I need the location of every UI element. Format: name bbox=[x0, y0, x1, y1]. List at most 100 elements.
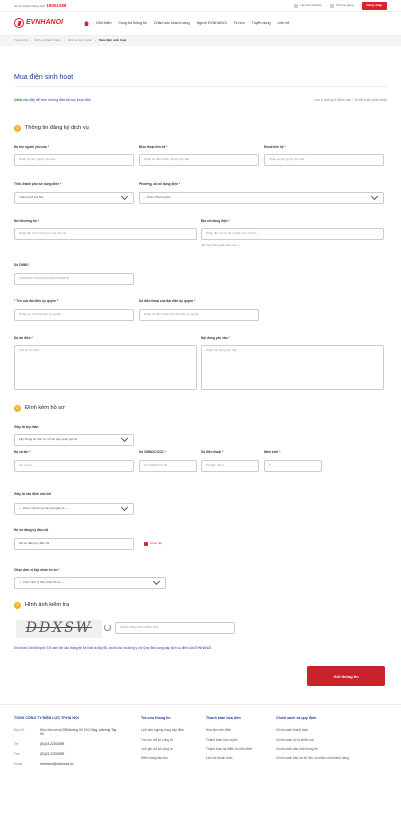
receiving-unit-select[interactable]: --- Chọn đơn vị tiếp nhận hồ sơ --- bbox=[14, 577, 166, 589]
sdt-label: Số điện thoại * bbox=[201, 450, 224, 454]
home-icon[interactable] bbox=[84, 21, 89, 26]
chevron-down-icon bbox=[152, 577, 161, 586]
auth-name-input[interactable]: Nhập tên của đại diện ủy quyền bbox=[14, 309, 134, 321]
section-number: 3 bbox=[14, 602, 21, 609]
fullname-label: Họ và tên * bbox=[14, 450, 31, 454]
province-select[interactable]: Thành phố Hà Nội bbox=[14, 192, 134, 204]
project-textarea[interactable]: Tên dự án điện bbox=[14, 345, 197, 390]
email-label: Email liên hệ * bbox=[264, 145, 286, 149]
section-captcha: 3 Hình ảnh kiểm tra bbox=[14, 602, 69, 609]
auth-phone-input[interactable]: Nhập số điện thoại của đại diện ủy quyền bbox=[139, 309, 259, 321]
section-title: Hình ảnh kiểm tra bbox=[25, 602, 70, 608]
chevron-down-icon bbox=[370, 192, 379, 201]
phone-icon bbox=[329, 3, 334, 8]
website-links[interactable]: Liên kết website bbox=[294, 3, 322, 8]
choose-file-button[interactable]: Chọn tệp bbox=[144, 541, 162, 546]
footer-link[interactable]: Thanh toán tại điểm thu tiền điện bbox=[206, 747, 266, 752]
download-app-link[interactable]: Tải ứng dụng bbox=[329, 3, 354, 8]
footer-link[interactable]: Lịch tạm ngừng cung cấp điện bbox=[141, 728, 199, 733]
idcard-label: Số CMND bbox=[14, 263, 29, 267]
cccd-input[interactable]: Số CMND/CCCD bbox=[139, 460, 197, 472]
birthyear-input[interactable]: 0 bbox=[264, 460, 322, 472]
footer-link[interactable]: Hóa đơn tiền điện bbox=[206, 728, 266, 733]
footer-link[interactable]: Tra cứu chỉ số công tơ bbox=[141, 738, 199, 743]
phone-label: Điện thoại liên hệ * bbox=[139, 145, 168, 149]
ward-select[interactable]: -- Chọn Phường/xã -- bbox=[139, 192, 384, 204]
idpaper-select[interactable]: Lấy thông tin trên cơ sở dữ liệu quốc gi… bbox=[14, 434, 134, 446]
section-title: Đính kèm hồ sơ bbox=[25, 405, 65, 411]
nav-item-careers[interactable]: Tuyển dụng bbox=[252, 21, 271, 26]
footer-link[interactable]: Điểm năng tiêu thụ bbox=[141, 756, 199, 761]
footer-link[interactable]: Chính sách bảo vệ dữ liệu cá nhân của kh… bbox=[276, 756, 376, 761]
owner-doc-select[interactable]: --- Chọn một trong các loại giấy tờ --- bbox=[14, 503, 134, 515]
ward-label: Phường, xã sử dụng điện * bbox=[139, 182, 181, 186]
main-nav: Giới thiệu Công bố thông tin Chăm sóc kh… bbox=[84, 21, 289, 26]
nav-item-people[interactable]: Người EVNHANOI bbox=[197, 21, 227, 26]
auth-phone-label: Số điện thoại của đại diện ủy quyền * bbox=[139, 299, 196, 303]
email-input[interactable]: Nhập email người yêu cầu bbox=[264, 154, 384, 166]
captcha-image: DDXSW bbox=[16, 620, 102, 638]
section-attachments: 2 Đính kèm hồ sơ bbox=[14, 405, 65, 412]
request-label: Nội dung yêu cầu * bbox=[201, 336, 230, 340]
name-label: Họ tên người yêu cầu * bbox=[14, 145, 50, 149]
required-note: Lưu ý những ô đánh dấu * là bắt buộc phả… bbox=[314, 98, 387, 102]
sdt-input[interactable]: Số điện thoại bbox=[201, 460, 259, 472]
footer-divider bbox=[0, 704, 401, 705]
breadcrumb-current: Mua điện sinh hoạt bbox=[99, 38, 127, 43]
section-number: 1 bbox=[14, 125, 21, 132]
footer-link[interactable]: Lịch sử thanh toán bbox=[206, 756, 266, 761]
nav-item-news[interactable]: Tin tức bbox=[234, 21, 245, 26]
requester-name-input[interactable]: Nhập họ tên người yêu cầu bbox=[14, 154, 134, 166]
commitment-text: Khi nhấn Gửi thông tin Tôi cam kết các t… bbox=[14, 646, 213, 650]
chevron-down-icon bbox=[120, 434, 129, 443]
connection-form-input[interactable]: Hồ sơ đăng ký đấu nối bbox=[14, 538, 134, 550]
breadcrumb-online-service[interactable]: Dịch vụ trực tuyến bbox=[68, 38, 92, 43]
connection-form-label: Hồ sơ đăng ký đấu nối bbox=[14, 528, 49, 532]
idcard-input[interactable]: CMND/Hộ chiếu/CMCAND/CMQĐND bbox=[14, 273, 134, 285]
nav-item-contact[interactable]: Liên hệ bbox=[278, 21, 290, 26]
usage-address-label: Địa chỉ dùng điện * bbox=[201, 219, 230, 223]
hotline: Hỗ trợ khách hàng 24/7 19001288 bbox=[14, 3, 67, 8]
project-label: Dự án điện * bbox=[14, 336, 33, 340]
idpaper-label: Giấy tờ tùy thân bbox=[14, 425, 39, 429]
link-icon bbox=[294, 3, 299, 8]
section-title: Thông tin đăng ký dịch vụ bbox=[25, 125, 89, 131]
footer-link[interactable]: Lịch ghi chỉ số công tơ bbox=[141, 747, 199, 752]
request-textarea[interactable]: Nhập nội dung yêu cầu bbox=[201, 345, 384, 390]
address-hint: (Số nhà, đường phố, thôn,xóm,...) bbox=[201, 244, 241, 247]
residence-input[interactable]: Nhập địa chỉ thường trú của chủ hộ bbox=[14, 228, 197, 240]
breadcrumb-home[interactable]: Trang chủ bbox=[14, 38, 27, 43]
page-title: Mua điện sinh hoạt bbox=[14, 74, 74, 81]
chevron-down-icon bbox=[120, 192, 129, 201]
evn-logo[interactable]: EVNHANOI bbox=[14, 18, 63, 28]
footer-link[interactable]: Thanh toán trực tuyến bbox=[206, 738, 266, 743]
footer-link[interactable]: Chính sách xử lý khiếu nại bbox=[276, 738, 376, 743]
footer-link[interactable]: Chính sách bảo mật thông tin bbox=[276, 747, 376, 752]
fullname-input[interactable]: Họ và tên bbox=[14, 460, 134, 472]
divider bbox=[14, 86, 387, 87]
guide-link[interactable]: Click vào đây để xem hướng dẫn thủ tục t… bbox=[14, 98, 91, 102]
login-button[interactable]: Đăng nhập bbox=[361, 2, 387, 10]
header: EVNHANOI Giới thiệu Công bố thông tin Ch… bbox=[0, 12, 401, 36]
nav-item-customer-care[interactable]: Chăm sóc khách hàng bbox=[154, 21, 190, 26]
breadcrumb-customer-service[interactable]: Dịch vụ khách hàng bbox=[34, 38, 60, 43]
refresh-captcha-icon[interactable] bbox=[104, 624, 111, 631]
owner-doc-label: Giấy tờ xác định chủ thể bbox=[14, 492, 52, 496]
footer-email[interactable]: evnhanoi@evnhanoi.vn bbox=[40, 762, 120, 766]
footer-payment: Thanh toán hóa đơn Hóa đơn tiền điện Tha… bbox=[206, 716, 266, 765]
footer-link[interactable]: Chính sách thanh toán bbox=[276, 728, 376, 733]
province-label: Tỉnh, thành phố sử dụng điện * bbox=[14, 182, 62, 186]
auth-name-label: * Tên của đại diện ủy quyền * bbox=[14, 299, 59, 303]
nav-item-about[interactable]: Giới thiệu bbox=[96, 21, 112, 26]
chevron-down-icon bbox=[120, 503, 129, 512]
captcha-input[interactable]: NHẬP HÌNH ẢNH KIỂM TRA bbox=[115, 622, 235, 634]
hotline-number[interactable]: 19001288 bbox=[46, 3, 66, 8]
section-service-info: 1 Thông tin đăng ký dịch vụ bbox=[14, 125, 89, 132]
guide-row: Click vào đây để xem hướng dẫn thủ tục t… bbox=[14, 98, 387, 102]
submit-button[interactable]: Gửi thông tin bbox=[307, 666, 385, 686]
usage-address-input[interactable]: Nhập địa chỉ sử dụng điện của chủ hộ bbox=[201, 228, 384, 240]
phone-input[interactable]: Nhập số điện thoại người yêu cầu bbox=[139, 154, 259, 166]
nav-item-disclosure[interactable]: Công bố thông tin bbox=[119, 21, 147, 26]
receiving-unit-label: Chọn đơn vị tiếp nhận hồ sơ * bbox=[14, 568, 60, 572]
footer-company: TỔNG CÔNG TY ĐIỆN LỰC TP.HÀ NỘI Địa chỉ:… bbox=[14, 716, 134, 772]
